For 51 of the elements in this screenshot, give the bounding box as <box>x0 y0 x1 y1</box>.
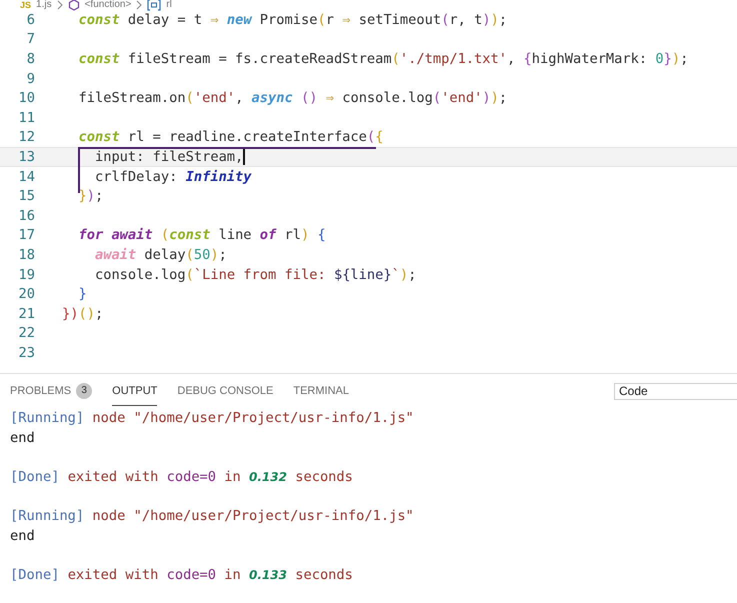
panel-tab[interactable]: OUTPUT <box>112 376 158 406</box>
code-line: crlfDelay: Infinity <box>94 168 252 185</box>
code-line: const delay = t ⇒ new Promise(r ⇒ setTimeout(r, t)); <box>77 12 508 28</box>
line-number: 7 <box>26 31 36 48</box>
line-number: 9 <box>26 70 36 87</box>
breadcrumb-item[interactable]: <function> <box>84 0 132 10</box>
panel-tab[interactable]: PROBLEMS 3 <box>10 376 92 406</box>
line-number: 23 <box>18 344 36 361</box>
file-type-label: JS <box>20 0 32 10</box>
line-number: 8 <box>26 50 36 67</box>
code-line: const rl = readline.createInterface({ <box>77 129 384 146</box>
line-number: 21 <box>18 306 36 322</box>
breadcrumb-item[interactable]: 1.js <box>36 0 52 10</box>
line-number: 19 <box>18 266 36 283</box>
code-line: input: fileStream, <box>94 148 244 165</box>
output-line: [Done] exited with code=0 in 0.132 seconds <box>10 468 354 487</box>
code-line: const fileStream = fs.createReadStream('./tmp/1.txt', {highWaterMark: 0}); <box>77 50 688 67</box>
line-number: 6 <box>26 12 36 28</box>
line-number: 16 <box>18 208 36 224</box>
count-badge: 3 <box>76 382 92 398</box>
output-line: [Done] exited with code=0 in 0.133 seconds <box>10 566 354 586</box>
line-number: 11 <box>18 110 36 126</box>
chevron-icon <box>56 0 63 10</box>
panel-tab[interactable]: TERMINAL <box>293 376 349 406</box>
line-number: 12 <box>18 129 36 146</box>
line-number: 22 <box>18 325 36 342</box>
text-cursor <box>243 148 246 166</box>
cube-icon <box>68 0 80 11</box>
code-line: fileStream.on('end', async () ⇒ console.log('end')); <box>77 90 508 106</box>
code-line: })(); <box>62 306 104 322</box>
line-number: 14 <box>18 168 36 185</box>
line-number: 13 <box>18 148 36 165</box>
chevron-icon <box>136 0 142 10</box>
code-line: await delay(50); <box>94 246 227 263</box>
code-line: }); <box>77 188 104 204</box>
breadcrumb-item[interactable]: rl <box>166 0 172 10</box>
output-line: [Running] node "/home/user/Project/usr-info/1.js" <box>10 408 415 428</box>
output-line: end <box>10 428 36 448</box>
output-line: end <box>10 526 36 546</box>
output-channel-dropdown[interactable]: Code <box>614 382 737 400</box>
code-line: console.log(`Line from file: ${line}`); <box>94 266 416 283</box>
variable-icon <box>147 0 162 11</box>
panel-tab[interactable]: DEBUG CONSOLE <box>177 376 274 406</box>
line-number: 10 <box>18 90 36 106</box>
line-number: 15 <box>18 188 36 204</box>
line-number: 17 <box>18 227 36 244</box>
output-line: [Running] node "/home/user/Project/usr-info/1.js" <box>10 507 415 526</box>
line-number: 20 <box>18 286 36 302</box>
code-line: for await (const line of rl) { <box>77 227 326 244</box>
line-number: 18 <box>18 246 36 263</box>
code-line: } <box>77 286 87 302</box>
